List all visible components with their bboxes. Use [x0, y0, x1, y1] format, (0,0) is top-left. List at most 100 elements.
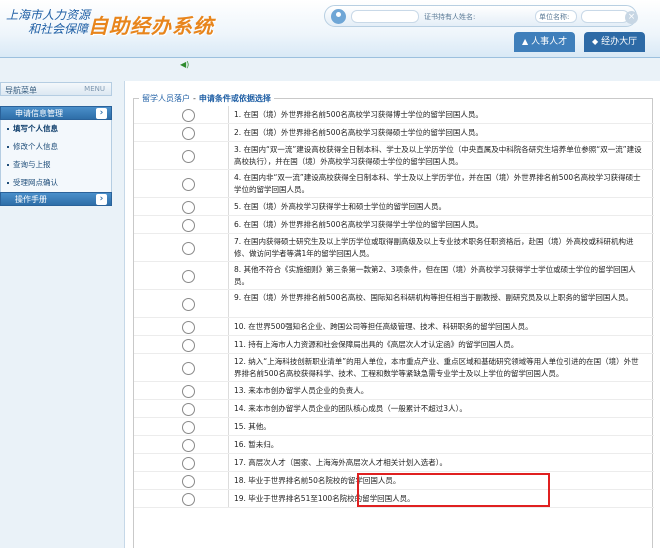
condition-option-row[interactable]: 13. 来本市创办留学人员企业的负责人。 [134, 382, 654, 400]
condition-radio-button[interactable] [182, 241, 195, 255]
condition-radio-button[interactable] [182, 218, 195, 232]
column-divider [228, 124, 229, 142]
sidebar-item-branch-confirm[interactable]: 受理网点确认 [1, 174, 111, 192]
sidebar-menu-label: MENU [84, 85, 105, 93]
condition-radio-button[interactable] [182, 149, 195, 163]
column-divider [228, 318, 229, 336]
condition-option-row[interactable]: 7. 在国内获得硕士研究生及以上学历学位或取得副高级及以上专业技术职务任职资格后… [134, 234, 654, 262]
condition-option-row[interactable]: 11. 持有上海市人力资源和社会保障局出具的《高层次人才认定函》的留学回国人员。 [134, 336, 654, 354]
column-divider [228, 400, 229, 418]
condition-radio-button[interactable] [182, 177, 195, 191]
condition-radio-button[interactable] [182, 361, 195, 375]
condition-option-row[interactable]: 12. 纳入“上海科技创新职业清单”的用人单位，本市重点产业、重点区域和基础研究… [134, 354, 654, 382]
sidebar-section-label: 申请信息管理 [15, 109, 63, 118]
tab-talent-label: 人事人才 [531, 37, 568, 47]
condition-option-row[interactable]: 15. 其他。 [134, 418, 654, 436]
condition-radio-button[interactable] [182, 320, 195, 334]
column-divider [228, 336, 229, 354]
column-divider [228, 142, 229, 170]
unit-name-box [581, 10, 629, 23]
person-icon: ▲ [522, 37, 529, 46]
highlight-box [357, 473, 550, 507]
unit-name-label: 单位名称: [539, 13, 570, 21]
column-divider [228, 234, 229, 262]
sidebar-list: 填写个人信息 修改个人信息 查询与上报 受理网点确认 [0, 120, 112, 192]
user-icon [331, 9, 346, 24]
sidebar: 导航菜单 MENU 申请信息管理 › 填写个人信息 修改个人信息 查询与上报 受… [0, 82, 112, 548]
condition-option-text: 16. 暂未归。 [234, 440, 279, 449]
legend-category: 留学人员落户 [142, 94, 190, 103]
condition-option-row[interactable]: 16. 暂未归。 [134, 436, 654, 454]
condition-option-row[interactable]: 8. 其他不符合《实施细则》第三条第一款第2、3项条件，但在国（境）外高校学习获… [134, 262, 654, 290]
condition-option-text: 1. 在国（境）外世界排名前500名高校学习获得博士学位的留学回国人员。 [234, 110, 483, 119]
condition-option-row[interactable]: 3. 在国内“双一流”建设高校获得全日制本科、学士及以上学历学位（中央直属及中科… [134, 142, 654, 170]
condition-option-text: 8. 其他不符合《实施细则》第三条第一款第2、3项条件，但在国（境）外高校学习获… [234, 265, 636, 286]
condition-option-row[interactable]: 17. 高层次人才（国家、上海海外高层次人才相关计划入选者）。 [134, 454, 654, 472]
tab-service-hall-label: 经办大厅 [601, 37, 638, 47]
condition-option-text: 6. 在国（境）外世界排名前500名高校学习获得学士学位的留学回国人员。 [234, 220, 483, 229]
column-divider [228, 170, 229, 198]
sidebar-section-manual[interactable]: 操作手册 › [0, 192, 112, 206]
sidebar-item-edit-info[interactable]: 修改个人信息 [1, 138, 111, 156]
condition-radio-button[interactable] [182, 402, 195, 416]
tab-talent[interactable]: ▲ 人事人才 [514, 32, 576, 52]
condition-option-row[interactable]: 2. 在国（境）外世界排名前500名高校学习获得硕士学位的留学回国人员。 [134, 124, 654, 142]
condition-radio-button[interactable] [182, 200, 195, 214]
user-info-bar: 证书持有人姓名: 单位名称: [324, 5, 637, 27]
column-divider [228, 382, 229, 400]
condition-option-text: 13. 来本市创办留学人员企业的负责人。 [234, 386, 369, 395]
condition-radio-button[interactable] [182, 474, 195, 488]
sidebar-section-application[interactable]: 申请信息管理 › [0, 106, 112, 120]
row-divider [134, 507, 654, 508]
condition-option-text: 17. 高层次人才（国家、上海海外高层次人才相关计划入选者）。 [234, 458, 448, 467]
condition-radio-button[interactable] [182, 492, 195, 506]
condition-option-row[interactable]: 5. 在国（境）外高校学习获得学士和硕士学位的留学回国人员。 [134, 198, 654, 216]
condition-option-row[interactable]: 4. 在国内非“双一流”建设高校获得全日制本科、学士及以上学历学位，并在国（境）… [134, 170, 654, 198]
condition-option-text: 11. 持有上海市人力资源和社会保障局出具的《高层次人才认定函》的留学回国人员。 [234, 340, 519, 349]
condition-radio-button[interactable] [182, 338, 195, 352]
condition-radio-button[interactable] [182, 384, 195, 398]
column-divider [228, 436, 229, 454]
condition-radio-button[interactable] [182, 269, 195, 283]
logo: 上海市人力资源 和社会保障 [6, 8, 90, 36]
speaker-icon[interactable]: ◀) [180, 60, 189, 69]
sidebar-section-label: 操作手册 [15, 195, 47, 204]
sidebar-item-fill-info[interactable]: 填写个人信息 [1, 120, 111, 138]
legend-title: 申请条件或依据选择 [198, 94, 271, 103]
column-divider [228, 454, 229, 472]
condition-option-text: 12. 纳入“上海科技创新职业清单”的用人单位，本市重点产业、重点区域和基础研究… [234, 357, 639, 378]
user-name-box [351, 10, 419, 23]
column-divider [228, 472, 229, 490]
hall-icon: ◆ [592, 37, 599, 46]
condition-option-text: 4. 在国内非“双一流”建设高校获得全日制本科、学士及以上学历学位，并在国（境）… [234, 173, 641, 194]
legend-separator: - [193, 94, 196, 103]
column-divider [228, 198, 229, 216]
column-divider [228, 490, 229, 508]
condition-option-row[interactable]: 10. 在世界500强知名企业、跨国公司等担任高级管理、技术、科研职务的留学回国… [134, 318, 654, 336]
condition-option-row[interactable]: 14. 来本市创办留学人员企业的团队核心成员（一般累计不超过3人）。 [134, 400, 654, 418]
column-divider [228, 354, 229, 382]
sidebar-title-bar: 导航菜单 MENU [0, 82, 112, 96]
condition-radio-button[interactable] [182, 108, 195, 122]
logo-line-1: 上海市人力资源 [6, 8, 91, 22]
tab-service-hall[interactable]: ◆ 经办大厅 [584, 32, 646, 52]
system-name: 自助经办系统 [88, 14, 214, 38]
condition-radio-button[interactable] [182, 438, 195, 452]
condition-radio-button[interactable] [182, 126, 195, 140]
main-content: 1. 在国（境）外世界排名前500名高校学习获得博士学位的留学回国人员。 2. 在… [124, 81, 660, 548]
sidebar-item-query-report[interactable]: 查询与上报 [1, 156, 111, 174]
logo-line-2: 和社会保障 [28, 22, 89, 36]
close-icon[interactable]: × [625, 11, 638, 24]
condition-radio-button[interactable] [182, 297, 195, 311]
condition-option-text: 7. 在国内获得硕士研究生及以上学历学位或取得副高级及以上专业技术职务任职资格后… [234, 237, 634, 258]
condition-option-row[interactable]: 9. 在国（境）外世界排名前500名高校、国际知名科研机构等担任相当于副教授、副… [134, 290, 654, 318]
column-divider [228, 290, 229, 318]
condition-radio-button[interactable] [182, 456, 195, 470]
condition-radio-button[interactable] [182, 420, 195, 434]
condition-option-row[interactable]: 1. 在国（境）外世界排名前500名高校学习获得博士学位的留学回国人员。 [134, 106, 654, 124]
condition-option-row[interactable]: 6. 在国（境）外世界排名前500名高校学习获得学士学位的留学回国人员。 [134, 216, 654, 234]
condition-option-text: 5. 在国（境）外高校学习获得学士和硕士学位的留学回国人员。 [234, 202, 447, 211]
column-divider [228, 106, 229, 124]
card-holder-label: 证书持有人姓名: [424, 13, 476, 21]
app-window: 上海市人力资源 和社会保障 自助经办系统 证书持有人姓名: 单位名称: × ▲ 人… [0, 0, 660, 548]
